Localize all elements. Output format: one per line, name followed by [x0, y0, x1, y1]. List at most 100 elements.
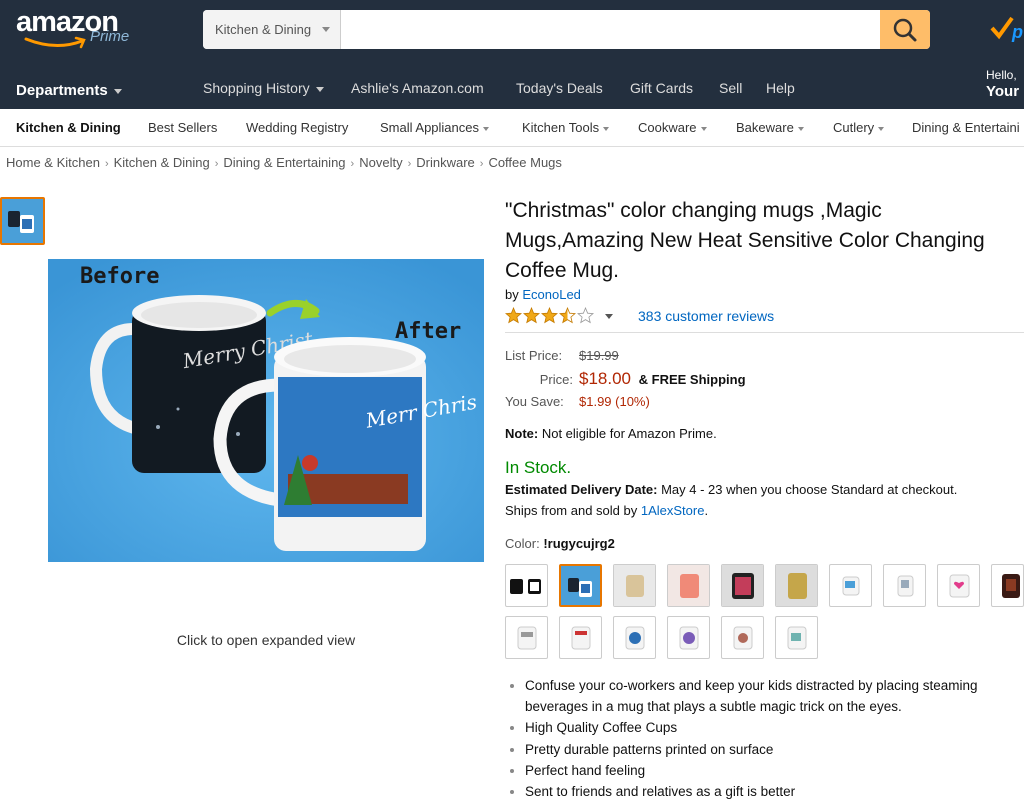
nav-sell[interactable]: Sell [719, 80, 742, 96]
smile-arrow-icon [24, 36, 86, 49]
seller-link[interactable]: 1AlexStore [641, 503, 705, 518]
breadcrumb-home-kitchen[interactable]: Home & Kitchen [6, 155, 100, 170]
amazon-prime-logo[interactable]: amazon Prime [16, 6, 146, 52]
color-label: Color: [505, 536, 540, 551]
departments-menu[interactable]: Departments [16, 82, 122, 99]
search-icon [893, 18, 917, 42]
color-swatch-selected[interactable] [559, 564, 602, 607]
subnav-cookware[interactable]: Cookware [638, 120, 707, 135]
product-main-image[interactable]: Before After Merry Christ Merr Chris [48, 259, 484, 562]
delivery-text: May 4 - 23 when you choose Standard at c… [661, 482, 958, 497]
color-swatch[interactable] [721, 616, 764, 659]
you-save-label: You Save: [505, 394, 564, 409]
nav-todays-deals[interactable]: Today's Deals [516, 80, 603, 96]
color-swatch[interactable] [505, 564, 548, 607]
list-price-value: $19.99 [579, 348, 619, 363]
subnav-label: Cookware [638, 120, 697, 135]
price-row: Price: $18.00 & FREE Shipping [505, 369, 746, 389]
after-label: After [395, 319, 461, 344]
subnav-cutlery[interactable]: Cutlery [833, 120, 885, 135]
breadcrumb: Home & Kitchen › Kitchen & Dining › Dining &… [6, 155, 562, 170]
search-input[interactable] [341, 10, 881, 49]
before-label: Before [80, 264, 159, 289]
feature-bullet: Perfect hand feeling [508, 760, 1024, 781]
breadcrumb-kitchen-dining[interactable]: Kitchen & Dining [114, 155, 210, 170]
color-selector-label: Color: !rugycujrg2 [505, 536, 615, 551]
color-swatch[interactable] [613, 616, 656, 659]
search-button[interactable] [880, 10, 930, 49]
breadcrumb-dining-entertaining[interactable]: Dining & Entertaining [223, 155, 345, 170]
logo-prime-label: Prime [90, 28, 130, 45]
delivery-label: Estimated Delivery Date: [505, 482, 658, 497]
breadcrumb-drinkware[interactable]: Drinkware [416, 155, 475, 170]
breadcrumb-separator: › [407, 158, 412, 170]
you-save-value: $1.99 (10%) [579, 394, 650, 409]
color-swatch[interactable] [667, 616, 710, 659]
chevron-down-icon [113, 88, 122, 94]
breadcrumb-novelty[interactable]: Novelty [359, 155, 402, 170]
star-rating-icon[interactable] [505, 307, 597, 325]
customer-reviews-link[interactable]: 383 customer reviews [638, 308, 774, 324]
color-swatch[interactable] [721, 564, 764, 607]
breadcrumb-separator: › [214, 158, 219, 170]
nav-ashlies-amazon[interactable]: Ashlie's Amazon.com [351, 80, 484, 96]
subnav-kitchen-tools[interactable]: Kitchen Tools [522, 120, 610, 135]
chevron-down-icon[interactable] [605, 314, 613, 319]
subnav-label: Bakeware [736, 120, 794, 135]
color-swatch[interactable] [883, 564, 926, 607]
color-swatch[interactable] [505, 616, 548, 659]
feature-bullet: Pretty durable patterns printed on surfa… [508, 739, 1024, 760]
chevron-down-icon [315, 86, 324, 92]
subnav-small-appliances[interactable]: Small Appliances [380, 120, 489, 135]
subnav-best-sellers[interactable]: Best Sellers [148, 120, 217, 135]
color-swatch[interactable] [937, 564, 980, 607]
color-swatch[interactable] [613, 564, 656, 607]
chevron-down-icon [322, 27, 330, 32]
you-save-row: You Save: $1.99 (10%) [505, 394, 650, 409]
color-swatch[interactable] [775, 616, 818, 659]
subnav-wedding-registry[interactable]: Wedding Registry [246, 120, 348, 135]
secondary-navigation: Departments Shopping History Ashlie's Am… [0, 62, 1024, 109]
departments-label: Departments [16, 82, 108, 99]
mug-thumbnail-image [2, 199, 43, 243]
ships-text: Ships from and sold by [505, 503, 638, 518]
svg-text:p: p [1011, 22, 1023, 42]
subnav-kitchen-dining[interactable]: Kitchen & Dining [16, 120, 121, 135]
chevron-down-icon [483, 126, 489, 131]
divider [505, 332, 1024, 333]
account-greeting[interactable]: Hello, [986, 68, 1017, 83]
color-swatch[interactable] [775, 564, 818, 607]
top-navigation-bar: amazon Prime Kitchen & Dining p Departme… [0, 0, 1024, 109]
expand-view-link[interactable]: Click to open expanded view [0, 632, 532, 648]
brand-link[interactable]: EconoLed [522, 287, 581, 302]
note-text: Not eligible for Amazon Prime. [541, 426, 717, 441]
category-subnav: Kitchen & Dining Best Sellers Wedding Re… [0, 109, 1024, 147]
color-swatch[interactable] [667, 564, 710, 607]
list-price-label: List Price: [505, 348, 563, 363]
breadcrumb-coffee-mugs[interactable]: Coffee Mugs [488, 155, 561, 170]
price-value: $18.00 [579, 369, 631, 388]
delivery-estimate: Estimated Delivery Date: May 4 - 23 when… [505, 482, 957, 497]
chevron-down-icon [603, 126, 610, 131]
chevron-down-icon [878, 126, 885, 131]
feature-bullet: Sent to friends and relatives as a gift … [508, 781, 1024, 802]
nav-shopping-history[interactable]: Shopping History [203, 80, 324, 96]
list-price-row: List Price: $19.99 [505, 348, 619, 363]
nav-gift-cards[interactable]: Gift Cards [630, 80, 693, 96]
chevron-down-icon [700, 126, 707, 131]
subnav-bakeware[interactable]: Bakeware [736, 120, 804, 135]
color-swatch[interactable] [829, 564, 872, 607]
subnav-dining-entertaining[interactable]: Dining & Entertaini [912, 120, 1020, 135]
prime-check-icon[interactable]: p [990, 14, 1024, 44]
color-swatch[interactable] [991, 564, 1024, 607]
selected-color-value: !rugycujrg2 [543, 536, 615, 551]
note-label: Note: [505, 426, 539, 441]
account-menu[interactable]: Your [986, 83, 1019, 100]
free-shipping-text: & FREE Shipping [638, 372, 746, 387]
search-category-dropdown[interactable]: Kitchen & Dining [203, 10, 341, 49]
feature-bullets: Confuse your co-workers and keep your ki… [508, 675, 1024, 802]
nav-link-label: Shopping History [203, 80, 310, 96]
nav-help[interactable]: Help [766, 80, 795, 96]
color-swatch[interactable] [559, 616, 602, 659]
image-thumbnail[interactable] [0, 197, 45, 245]
